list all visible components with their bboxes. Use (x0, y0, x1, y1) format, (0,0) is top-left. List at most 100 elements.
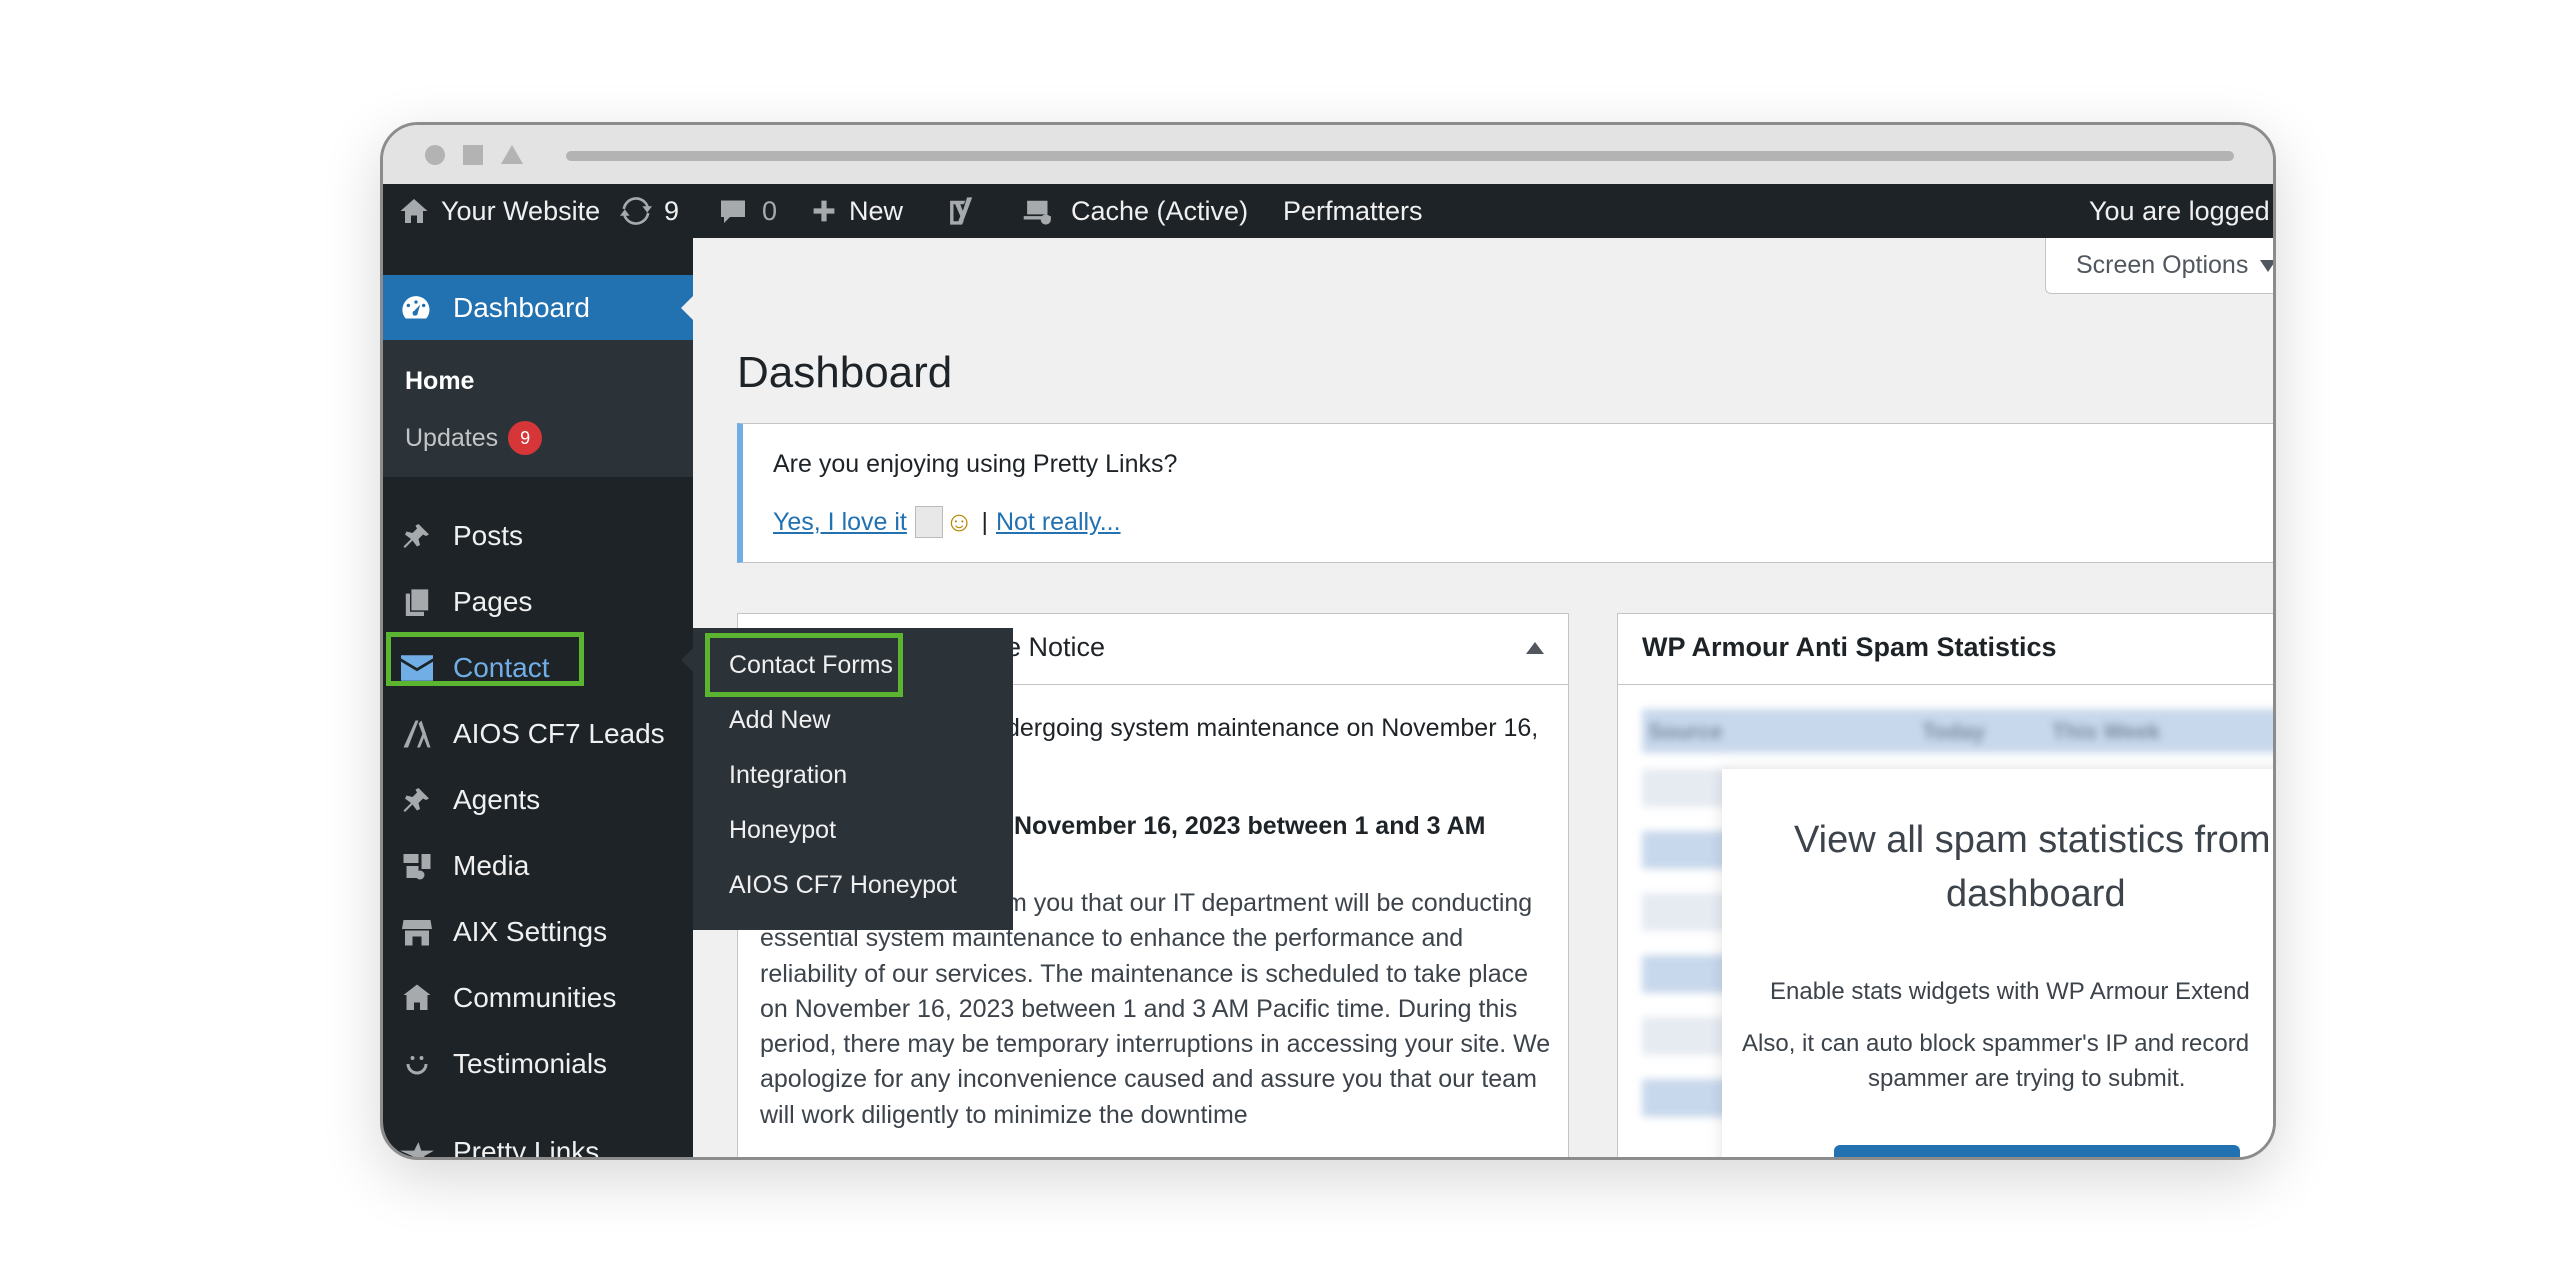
plus-icon (813, 200, 835, 222)
admin-sidebar: Dashboard Home Updates 9 Posts Pages Con… (383, 238, 693, 1157)
flyout-add-new[interactable]: Add New (729, 706, 830, 735)
menu-pretty-links[interactable]: Pretty Links (383, 1126, 693, 1160)
address-bar[interactable] (566, 151, 2234, 161)
aios-icon (399, 718, 435, 750)
admin-bar-site[interactable]: Your Website (399, 184, 600, 238)
blurred-cell (1642, 893, 1732, 931)
window-minimize-button[interactable] (463, 145, 483, 165)
screen-options-label: Screen Options (2076, 251, 2249, 279)
media-icon (399, 850, 435, 882)
promo-text-3: spammer are trying to submit. (1868, 1065, 2186, 1092)
menu-aix-settings[interactable]: AIX Settings (383, 906, 693, 958)
blurred-cell (1642, 1017, 1732, 1055)
browser-window: Your Website 9 0 New Cache (Active) Perf… (380, 122, 2276, 1160)
flyout-integration[interactable]: Integration (729, 761, 847, 790)
smiley-emoji-icon: ☺ (944, 506, 974, 537)
browser-chrome (383, 125, 2273, 184)
menu-label: Communities (453, 982, 617, 1013)
maintenance-date: November 16, 2023 between 1 and 3 AM (1014, 812, 1486, 840)
maintenance-intro: dergoing system maintenance on November … (1006, 714, 1539, 742)
wp-armour-widget: WP Armour Anti Spam Statistics Source To… (1617, 613, 2273, 1157)
menu-label: Posts (453, 520, 524, 551)
admin-bar-cache[interactable]: Cache (Active) (1021, 184, 1248, 238)
flyout-aios-cf7-honeypot[interactable]: AIOS CF7 Honeypot (729, 871, 957, 900)
yes-love-it-link[interactable]: Yes, I love it (773, 508, 907, 537)
menu-agents[interactable]: Agents (383, 774, 693, 826)
promo-text-2: Also, it can auto block spammer's IP and… (1742, 1030, 2250, 1057)
flyout-honeypot[interactable]: Honeypot (729, 816, 836, 845)
current-menu-arrow (681, 296, 693, 320)
blurred-cell (1642, 831, 1732, 869)
broken-image-icon (914, 506, 943, 538)
blurred-cell (1642, 1079, 1732, 1117)
houses-icon (399, 982, 435, 1014)
maintenance-body-rest: essential system maintenance to enhance … (760, 924, 1551, 1129)
home-icon (400, 199, 428, 223)
blurred-header-today: Today (1922, 719, 1986, 744)
yoast-icon (950, 197, 973, 225)
admin-bar-updates[interactable]: 9 (620, 184, 679, 238)
notice-links: Yes, I love it ☺ | Not really... (773, 506, 1121, 538)
cache-label: Cache (Active) (1071, 195, 1249, 226)
blurred-header-week: This Week (2052, 719, 2161, 744)
caret-down-icon (2260, 259, 2273, 272)
menu-label: AIX Settings (453, 916, 608, 947)
admin-bar-yoast[interactable] (945, 184, 979, 238)
comment-icon (721, 200, 745, 223)
not-really-link[interactable]: Not really... (996, 508, 1121, 537)
window-close-button[interactable] (425, 145, 445, 165)
submenu-home[interactable]: Home (405, 367, 474, 396)
widget-title: WP Armour Anti Spam Statistics (1642, 632, 2057, 662)
flyout-contact-forms[interactable]: Contact Forms (729, 651, 893, 680)
admin-bar-account[interactable]: You are logged in (2089, 184, 2273, 238)
new-label: New (849, 195, 904, 226)
upgrade-promo: View all spam statistics from dashboard … (1722, 769, 2273, 1157)
menu-label: Testimonials (453, 1048, 608, 1079)
admin-bar-new[interactable]: New (811, 184, 903, 238)
logged-in-text: You are logged in (2089, 195, 2273, 226)
link-separator: | (981, 507, 988, 536)
menu-pages[interactable]: Pages (383, 576, 693, 628)
collapse-toggle-icon[interactable] (1526, 642, 1544, 654)
store-icon (399, 916, 435, 948)
site-name: Your Website (441, 195, 601, 226)
promo-title-line1: View all spam statistics from (1794, 819, 2271, 861)
page-title: Dashboard (737, 348, 953, 397)
widget-header: WP Armour Anti Spam Statistics (1618, 614, 2273, 685)
dashboard-submenu: Home Updates 9 (383, 340, 693, 477)
menu-label: Pages (453, 586, 533, 617)
admin-bar: Your Website 9 0 New Cache (Active) Perf… (383, 184, 2273, 238)
blurred-cell (1642, 769, 1732, 807)
star-icon (399, 1136, 435, 1157)
menu-posts[interactable]: Posts (383, 510, 693, 562)
submenu-updates[interactable]: Updates 9 (405, 421, 543, 455)
dashboard-label: Dashboard (453, 291, 590, 323)
screen-options-button[interactable]: Screen Options (2045, 238, 2273, 294)
promo-text-1: Enable stats widgets with WP Armour Exte… (1770, 978, 2250, 1005)
dashboard-gauge-icon (402, 295, 430, 319)
blurred-cell (1642, 955, 1732, 993)
refresh-icon (620, 197, 652, 225)
menu-label: AIOS CF7 Leads (453, 718, 665, 749)
pin-icon (399, 784, 435, 816)
contact-flyout-menu: Contact Forms Add New Integration Honeyp… (693, 628, 1013, 930)
comments-count: 0 (762, 195, 778, 226)
admin-bar-comments[interactable]: 0 (718, 184, 777, 238)
updates-label: Updates (405, 423, 499, 452)
promo-title-line2: dashboard (1946, 873, 2126, 915)
pages-icon (399, 586, 435, 618)
menu-testimonials[interactable]: Testimonials (383, 1038, 693, 1090)
menu-dashboard[interactable]: Dashboard (383, 275, 693, 340)
blurred-header-source: Source (1648, 719, 1723, 744)
notice-question: Are you enjoying using Pretty Links? (773, 450, 1178, 478)
pretty-links-notice: Are you enjoying using Pretty Links? Yes… (737, 423, 2273, 563)
menu-communities[interactable]: Communities (383, 972, 693, 1024)
smiley-icon (399, 1048, 435, 1080)
promo-cta-button[interactable] (1834, 1145, 2240, 1157)
menu-label: Pretty Links (453, 1136, 600, 1160)
widget-title: e Notice (1006, 632, 1106, 662)
menu-aios-cf7-leads[interactable]: AIOS CF7 Leads (383, 708, 693, 760)
admin-bar-perfmatters[interactable]: Perfmatters (1283, 184, 1423, 238)
window-maximize-button[interactable] (501, 145, 523, 164)
menu-media[interactable]: Media (383, 840, 693, 892)
